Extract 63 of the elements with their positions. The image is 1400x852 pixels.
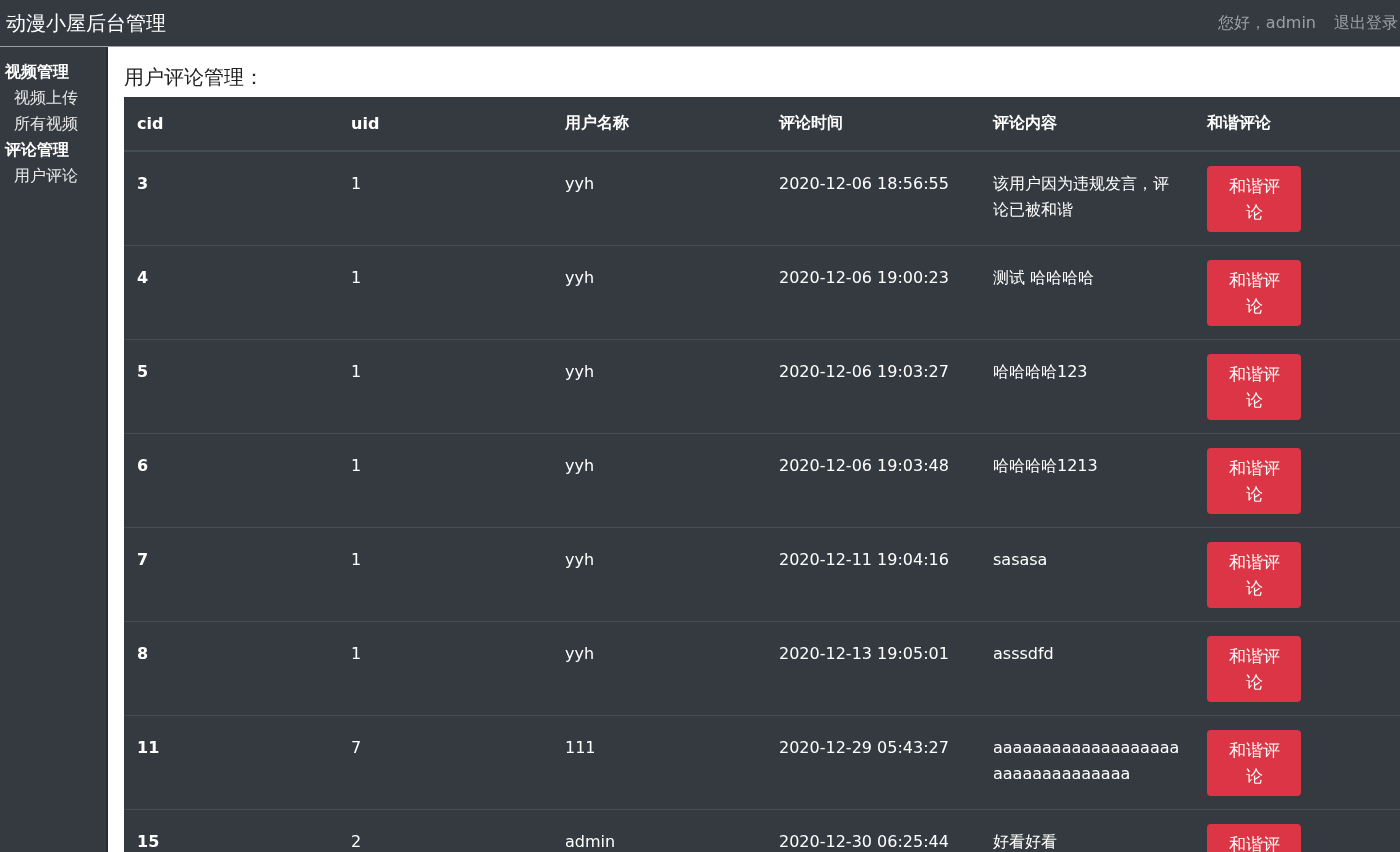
table-cell: 1 bbox=[338, 245, 552, 339]
censor-button[interactable]: 和谐评论 bbox=[1207, 259, 1301, 326]
table-cell: 2020-12-06 18:56:55 bbox=[766, 151, 980, 245]
table-cell: 2020-12-06 19:03:27 bbox=[766, 339, 980, 433]
table-cell: 3 bbox=[124, 151, 338, 245]
table-cell: 1 bbox=[338, 621, 552, 715]
table-cell: 111 bbox=[552, 715, 766, 809]
table-cell: 2020-12-06 19:03:48 bbox=[766, 433, 980, 527]
table-cell: 2020-12-11 19:04:16 bbox=[766, 527, 980, 621]
table-cell: 1 bbox=[338, 151, 552, 245]
comment-text: 哈哈哈哈1213 bbox=[993, 454, 1099, 477]
sidebar-item[interactable]: 视频上传 bbox=[0, 85, 106, 111]
greeting-text: 您好，admin bbox=[1217, 12, 1316, 34]
sidebar-group-title: 视频管理 bbox=[4, 61, 70, 83]
table-cell: 15 bbox=[124, 809, 338, 852]
sidebar-item[interactable]: 用户评论 bbox=[0, 163, 106, 189]
censor-button[interactable]: 和谐评论 bbox=[1207, 353, 1301, 420]
censor-button[interactable]: 和谐评 bbox=[1207, 823, 1301, 852]
censor-button[interactable]: 和谐评论 bbox=[1207, 166, 1301, 232]
table-cell: 1 bbox=[338, 527, 552, 621]
app-title: 动漫小屋后台管理 bbox=[6, 9, 166, 37]
column-header: 评论内容 bbox=[980, 97, 1194, 151]
table-cell: 2020-12-06 19:00:23 bbox=[766, 245, 980, 339]
table-cell: 2020-12-13 19:05:01 bbox=[766, 621, 980, 715]
comment-text: asssdfd bbox=[993, 642, 1055, 665]
table-cell: yyh bbox=[552, 621, 766, 715]
comment-text: aaaaaaaaaaaaaaaaaaaaaaaaaaaaaaaaa bbox=[993, 736, 1181, 785]
table-cell: 1 bbox=[338, 339, 552, 433]
comment-text: sasasa bbox=[993, 548, 1049, 571]
table-cell: yyh bbox=[552, 433, 766, 527]
censor-button[interactable]: 和谐评论 bbox=[1207, 447, 1301, 514]
table-cell: 8 bbox=[124, 621, 338, 715]
table-cell: 11 bbox=[124, 715, 338, 809]
table-cell: 6 bbox=[124, 433, 338, 527]
comment-text: 哈哈哈哈123 bbox=[993, 360, 1089, 383]
table-cell: admin bbox=[552, 809, 766, 852]
table-cell: yyh bbox=[552, 339, 766, 433]
sidebar-item[interactable]: 所有视频 bbox=[0, 111, 106, 137]
column-header: 用户名称 bbox=[552, 97, 766, 151]
column-header: uid bbox=[338, 97, 552, 151]
censor-button[interactable]: 和谐评论 bbox=[1207, 729, 1301, 796]
table-cell: 2020-12-29 05:43:27 bbox=[766, 715, 980, 809]
table-cell: 2020-12-30 06:25:44 bbox=[766, 809, 980, 852]
table-cell: 5 bbox=[124, 339, 338, 433]
logout-link[interactable]: 退出登录 bbox=[1334, 12, 1398, 34]
table-cell: 2 bbox=[338, 809, 552, 852]
table-cell: 7 bbox=[124, 527, 338, 621]
censor-button[interactable]: 和谐评论 bbox=[1207, 635, 1301, 702]
comment-text: 该用户因为违规发言，评论已被和谐 bbox=[993, 173, 1170, 221]
censor-button[interactable]: 和谐评论 bbox=[1207, 541, 1301, 608]
comment-text: 测试 哈哈哈哈 bbox=[993, 266, 1096, 289]
column-header: 和谐评论 bbox=[1194, 97, 1400, 151]
table-cell: 1 bbox=[338, 433, 552, 527]
sidebar-group-title: 评论管理 bbox=[3, 139, 70, 161]
table-cell: yyh bbox=[552, 151, 766, 245]
table-cell: 7 bbox=[338, 715, 552, 809]
page-title: 用户评论管理： bbox=[124, 64, 265, 91]
column-header: 评论时间 bbox=[766, 97, 980, 151]
comment-text: 好看好看 bbox=[993, 830, 1058, 852]
table-cell: yyh bbox=[552, 527, 766, 621]
table-cell: yyh bbox=[552, 245, 766, 339]
table-cell: 4 bbox=[124, 245, 338, 339]
column-header: cid bbox=[124, 97, 338, 151]
